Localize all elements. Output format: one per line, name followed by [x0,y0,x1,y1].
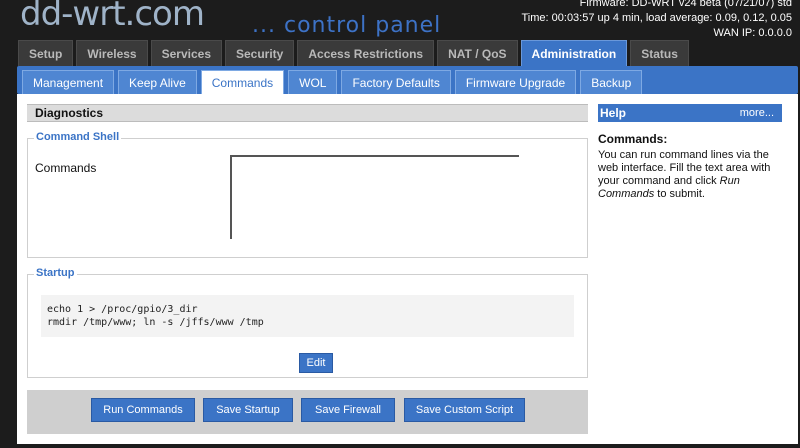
subtab-firmware-upgrade[interactable]: Firmware Upgrade [454,70,577,94]
commands-label: Commands [35,161,97,175]
startup-script: echo 1 > /proc/gpio/3_dir rmdir /tmp/www… [41,295,574,337]
save-custom-script-button[interactable]: Save Custom Script [404,398,525,422]
startup-fieldset: Startup echo 1 > /proc/gpio/3_dir rmdir … [27,267,588,378]
subtab-commands[interactable]: Commands [200,70,285,94]
sub-tabs-bar: Management Keep Alive Commands WOL Facto… [17,66,798,94]
help-heading: Help more... [598,104,782,122]
router-info: Firmware: DD-WRT v24 beta (07/21/07) std… [522,0,793,41]
control-panel-subtitle: ... control panel [252,13,442,38]
content-panel: Diagnostics Command Shell Commands Start… [17,94,798,444]
diagnostics-heading: Diagnostics [27,104,588,122]
tab-access-restrictions[interactable]: Access Restrictions [297,40,435,66]
subtab-management[interactable]: Management [22,70,115,94]
help-text: You can run command lines via the web in… [598,149,782,201]
subtab-keep-alive[interactable]: Keep Alive [118,70,197,94]
header: dd-wrt.com ... control panel Firmware: D… [0,0,800,40]
tab-services[interactable]: Services [150,40,222,66]
subtab-factory-defaults[interactable]: Factory Defaults [341,70,451,94]
subtab-wol[interactable]: WOL [288,70,338,94]
tab-nat-qos[interactable]: NAT / QoS [437,40,518,66]
help-more-link[interactable]: more... [740,104,774,122]
help-section-title: Commands: [598,132,668,146]
uptime-load: Time: 00:03:57 up 4 min, load average: 0… [521,12,793,24]
edit-button[interactable]: Edit [299,353,333,373]
command-shell-fieldset: Command Shell Commands [27,131,588,258]
startup-legend: Startup [34,267,77,279]
commands-textarea[interactable] [230,155,519,239]
help-text-body: You can run command lines via the web in… [598,149,771,187]
main-tabs: Setup Wireless Services Security Access … [18,40,689,66]
help-text-end: to submit. [654,188,705,200]
tab-security[interactable]: Security [225,40,295,66]
tab-setup[interactable]: Setup [18,40,74,66]
tab-status[interactable]: Status [630,40,689,66]
firmware-version: Firmware: DD-WRT v24 beta (07/21/07) std [579,0,792,9]
save-startup-button[interactable]: Save Startup [203,398,293,422]
save-firewall-button[interactable]: Save Firewall [301,398,395,422]
dd-wrt-logo[interactable]: dd-wrt.com [20,0,205,34]
command-shell-legend: Command Shell [34,131,122,143]
wan-ip: WAN IP: 0.0.0.0 [713,27,792,39]
tab-administration[interactable]: Administration [520,40,628,66]
run-commands-button[interactable]: Run Commands [91,398,195,422]
help-title: Help [600,106,627,120]
action-bar: Run Commands Save Startup Save Firewall … [27,390,588,434]
tab-wireless[interactable]: Wireless [76,40,148,66]
subtab-backup[interactable]: Backup [580,70,643,94]
